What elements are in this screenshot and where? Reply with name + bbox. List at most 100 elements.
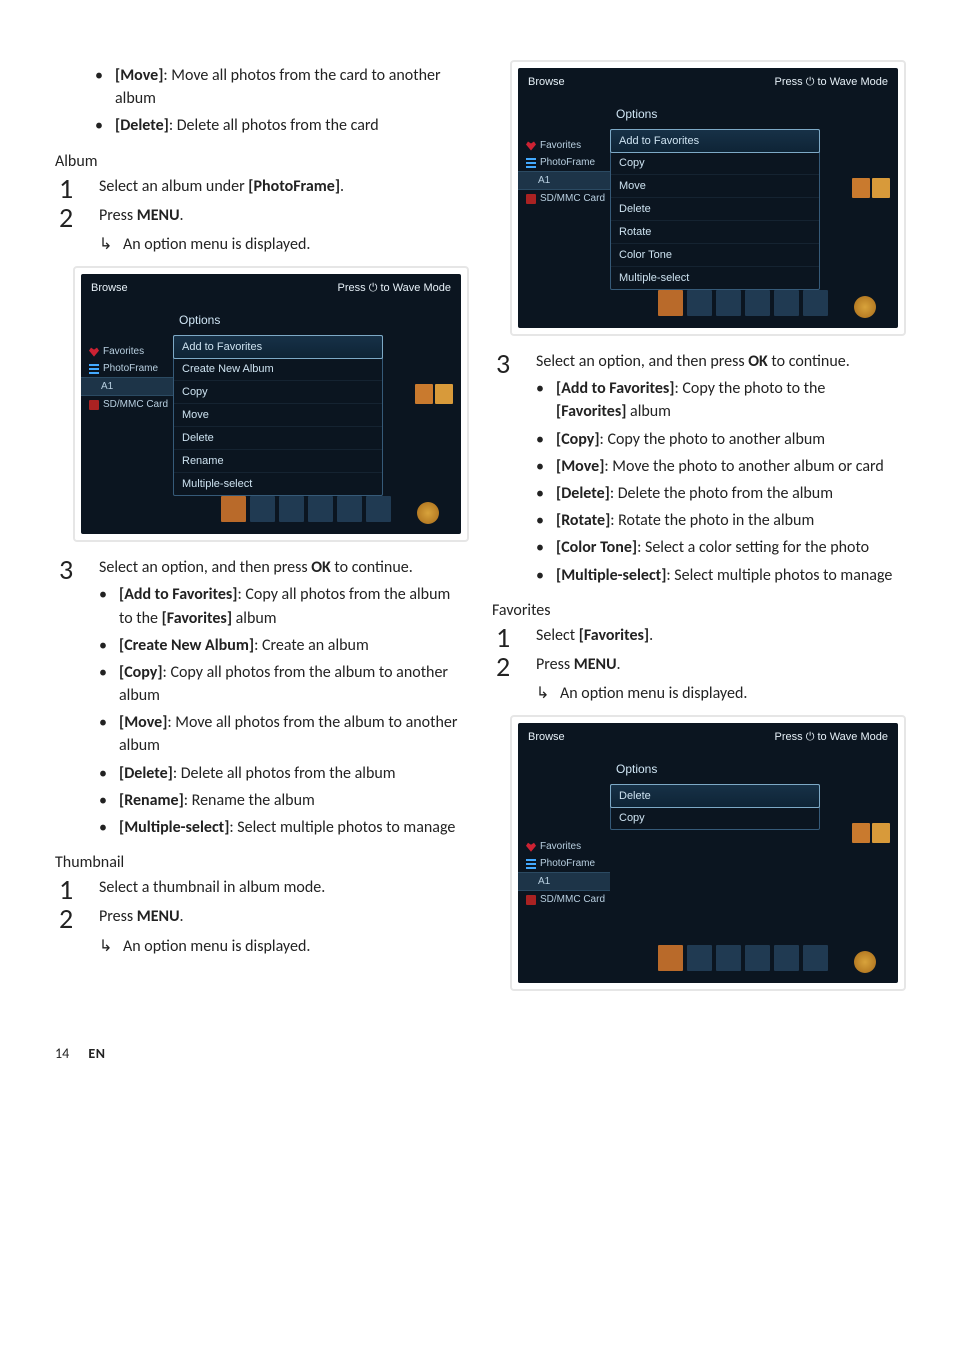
menu-item[interactable]: Copy [174, 381, 382, 404]
page-footer: 14 EN [0, 1045, 954, 1092]
album-opt-move: [Move]: Move all photos from the album t… [99, 711, 462, 757]
side-favorites[interactable]: Favorites [518, 838, 610, 855]
shot3-hint: Press ⏻ to Wave Mode [775, 731, 888, 744]
initial-bullets: [Move]: Move all photos from the card to… [55, 64, 462, 138]
album-opt-multi: [Multiple-select]: Select multiple photo… [99, 816, 462, 839]
fav-step-1: Select [Favorites]. [492, 624, 899, 647]
menu-item[interactable]: Color Tone [611, 244, 819, 267]
heart-icon [526, 141, 536, 151]
shot3-title: Browse [528, 731, 565, 744]
album-opt-delete: [Delete]: Delete all photos from the alb… [99, 762, 462, 785]
fav-step-2: Press MENU. [492, 653, 899, 676]
favorites-heading: Favorites [492, 601, 899, 620]
right-column: Browse Press ⏻ to Wave Mode Favorites Ph… [492, 60, 899, 1005]
shot1-title: Browse [91, 282, 128, 295]
thumb-step-2: Press MENU. [55, 905, 462, 928]
thumb-preview [852, 823, 892, 845]
album-step-2: Press MENU. [55, 204, 462, 227]
filmstrip [518, 284, 898, 328]
sdcard-icon [526, 895, 536, 905]
album-opt-fav: [Add to Favorites]: Copy all photos from… [99, 583, 462, 629]
bars-icon [526, 859, 536, 869]
album-step3-list: Select an option, and then press OK to c… [55, 556, 462, 839]
side-sdcard[interactable]: SD/MMC Card [518, 190, 610, 207]
shot3-menu-title: Options [610, 758, 820, 784]
thumb-opt-copy: [Copy]: Copy the photo to another album [536, 428, 899, 451]
album-opt-rename: [Rename]: Rename the album [99, 789, 462, 812]
shot3-sidebar: Favorites PhotoFrame A1 SD/MMC Card [518, 758, 610, 958]
menu-item[interactable]: Create New Album [174, 358, 382, 381]
menu-item[interactable]: Add to Favorites [610, 129, 820, 153]
page-number: 14 [55, 1045, 69, 1062]
thumb-opt-multi: [Multiple-select]: Select multiple photo… [536, 564, 899, 587]
side-a1[interactable]: A1 [518, 171, 610, 190]
fav-arrow: An option menu is displayed. [492, 682, 899, 705]
favorites-steps: Select [Favorites]. Press MENU. [492, 624, 899, 676]
shot2-menu: Options Add to Favorites Copy Move Delet… [610, 103, 820, 303]
album-step-3: Select an option, and then press OK to c… [55, 556, 462, 839]
page-lang: EN [88, 1045, 105, 1062]
menu-item[interactable]: Copy [611, 152, 819, 175]
thumb-step-3: Select an option, and then press OK to c… [492, 350, 899, 587]
sdcard-icon [89, 400, 99, 410]
thumb-step3-list: Select an option, and then press OK to c… [492, 350, 899, 587]
menu-item[interactable]: Copy [611, 807, 819, 829]
menu-item[interactable]: Delete [611, 198, 819, 221]
side-photoframe[interactable]: PhotoFrame [518, 154, 610, 171]
left-column: [Move]: Move all photos from the card to… [55, 60, 462, 1005]
shot1-sidebar: Favorites PhotoFrame A1 SD/MMC Card [81, 309, 173, 509]
shot2-hint: Press ⏻ to Wave Mode [775, 76, 888, 89]
album-steps: Select an album under [PhotoFrame]. Pres… [55, 175, 462, 227]
thumbnail-steps: Select a thumbnail in album mode. Press … [55, 876, 462, 928]
shot2-menu-title: Options [610, 103, 820, 129]
thumb-opt-colortone: [Color Tone]: Select a color setting for… [536, 536, 899, 559]
side-favorites[interactable]: Favorites [81, 343, 173, 360]
side-sdcard[interactable]: SD/MMC Card [518, 891, 610, 908]
side-photoframe[interactable]: PhotoFrame [81, 360, 173, 377]
menu-item[interactable]: Rename [174, 450, 382, 473]
bars-icon [526, 158, 536, 168]
thumb-preview [852, 178, 892, 200]
side-favorites[interactable]: Favorites [518, 137, 610, 154]
screenshot-album-options: Browse Press ⏻ to Wave Mode Favorites Ph… [73, 266, 469, 542]
sdcard-icon [526, 194, 536, 204]
thumb-opt-delete: [Delete]: Delete the photo from the albu… [536, 482, 899, 505]
album-opt-copy: [Copy]: Copy all photos from the album t… [99, 661, 462, 707]
thumb-step-1: Select a thumbnail in album mode. [55, 876, 462, 899]
thumb-opt-move: [Move]: Move the photo to another album … [536, 455, 899, 478]
next-arrow-icon[interactable] [417, 502, 439, 524]
side-a1[interactable]: A1 [81, 377, 173, 396]
thumb-preview [415, 384, 455, 406]
shot1-menu: Options Add to Favorites Create New Albu… [173, 309, 383, 509]
screenshot-thumbnail-options: Browse Press ⏻ to Wave Mode Favorites Ph… [510, 60, 906, 336]
thumb-arrow: An option menu is displayed. [55, 935, 462, 958]
bars-icon [89, 364, 99, 374]
thumbnail-heading: Thumbnail [55, 853, 462, 872]
shot2-sidebar: Favorites PhotoFrame A1 SD/MMC Card [518, 103, 610, 303]
thumb-opt-fav: [Add to Favorites]: Copy the photo to th… [536, 377, 899, 423]
side-a1[interactable]: A1 [518, 872, 610, 891]
shot3-menu: Options Delete Copy [610, 758, 820, 958]
album-heading: Album [55, 152, 462, 171]
side-photoframe[interactable]: PhotoFrame [518, 855, 610, 872]
menu-item[interactable]: Rotate [611, 221, 819, 244]
heart-icon [526, 842, 536, 852]
menu-item[interactable]: Move [611, 175, 819, 198]
menu-item[interactable]: Move [174, 404, 382, 427]
bullet-delete: [Delete]: Delete all photos from the car… [95, 114, 462, 137]
filmstrip [518, 939, 898, 983]
side-sdcard[interactable]: SD/MMC Card [81, 396, 173, 413]
bullet-move: [Move]: Move all photos from the card to… [95, 64, 462, 110]
next-arrow-icon[interactable] [854, 951, 876, 973]
thumb-opt-rotate: [Rotate]: Rotate the photo in the album [536, 509, 899, 532]
shot2-title: Browse [528, 76, 565, 89]
next-arrow-icon[interactable] [854, 296, 876, 318]
filmstrip [81, 490, 461, 534]
heart-icon [89, 347, 99, 357]
menu-item[interactable]: Delete [610, 784, 820, 808]
menu-item[interactable]: Add to Favorites [173, 335, 383, 359]
screenshot-favorites-options: Browse Press ⏻ to Wave Mode Favorites Ph… [510, 715, 906, 991]
album-step-1: Select an album under [PhotoFrame]. [55, 175, 462, 198]
shot1-menu-title: Options [173, 309, 383, 335]
menu-item[interactable]: Delete [174, 427, 382, 450]
